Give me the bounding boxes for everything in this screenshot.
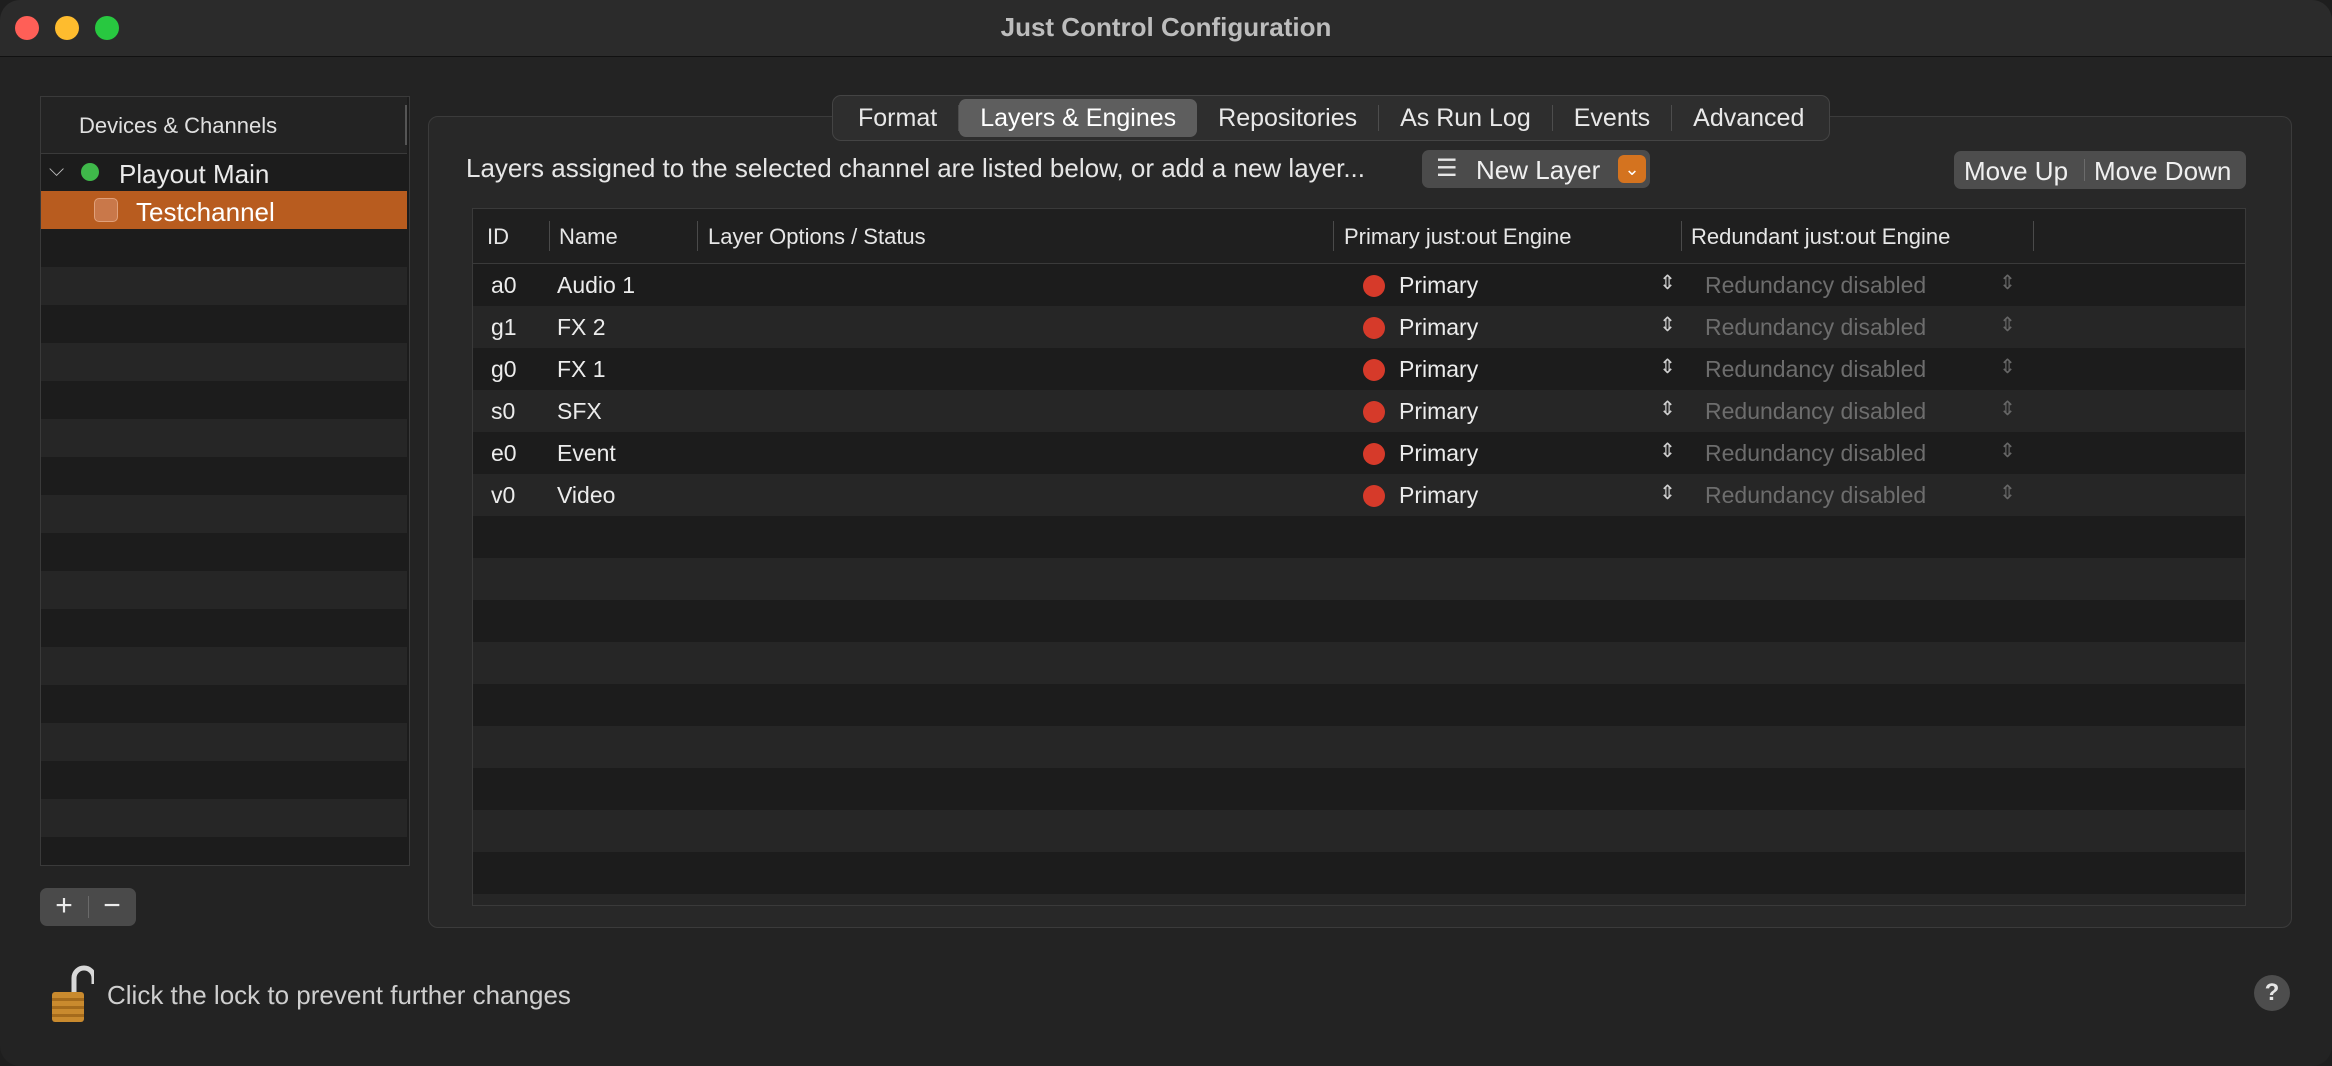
updown-arrows-icon[interactable]: ⇕ — [1659, 438, 1676, 463]
column-divider[interactable] — [549, 221, 550, 251]
table-row[interactable]: s0 SFX Primary ⇕ Redundancy disabled ⇕ — [473, 390, 2245, 432]
lock-hint-text: Click the lock to prevent further change… — [107, 980, 571, 1010]
table-row[interactable]: e0 Event Primary ⇕ Redundancy disabled ⇕ — [473, 432, 2245, 474]
primary-engine-select[interactable]: Primary — [1399, 314, 1478, 341]
list-icon: ☰ — [1436, 155, 1458, 182]
new-layer-button[interactable]: ☰ New Layer ⌄ — [1422, 150, 1650, 188]
primary-engine-status-icon — [1363, 275, 1385, 297]
column-divider[interactable] — [1681, 221, 1682, 251]
updown-arrows-icon: ⇕ — [1999, 440, 2016, 462]
tab-as-run-log[interactable]: As Run Log — [1379, 99, 1552, 137]
table-row[interactable]: g0 FX 1 Primary ⇕ Redundancy disabled ⇕ — [473, 348, 2245, 390]
primary-engine-select[interactable]: Primary — [1399, 398, 1478, 425]
tab-bar: Format Layers & Engines Repositories As … — [832, 95, 1831, 141]
layer-id: g1 — [491, 314, 517, 340]
tab-repositories[interactable]: Repositories — [1197, 99, 1378, 137]
updown-arrows-icon[interactable]: ⇕ — [1659, 354, 1676, 379]
tab-advanced[interactable]: Advanced — [1672, 99, 1825, 137]
primary-engine-status-icon — [1363, 317, 1385, 339]
primary-engine-status-icon — [1363, 485, 1385, 507]
column-resize-handle[interactable] — [405, 105, 407, 145]
chevron-down-icon[interactable]: ⌵ — [49, 159, 64, 182]
layer-name: FX 1 — [557, 356, 606, 382]
table-body: a0 Audio 1 Primary ⇕ Redundancy disabled… — [473, 264, 2245, 905]
sidebar-header-label: Devices & Channels — [79, 113, 278, 138]
unlocked-padlock-icon[interactable] — [50, 964, 94, 1024]
add-remove-control: + − — [40, 888, 136, 926]
column-header-layer-options[interactable]: Layer Options / Status — [708, 224, 926, 250]
tab-events[interactable]: Events — [1553, 99, 1671, 137]
window-title: Just Control Configuration — [1000, 12, 1332, 42]
channel-checkbox[interactable] — [94, 198, 118, 222]
column-divider[interactable] — [1333, 221, 1334, 251]
chevron-down-icon[interactable]: ⌄ — [1618, 155, 1646, 183]
sidebar-item-label: Playout Main — [119, 159, 270, 189]
title-bar: Just Control Configuration — [0, 0, 2332, 57]
table-header: ID Name Layer Options / Status Primary j… — [473, 209, 2245, 264]
sidebar-header[interactable]: Devices & Channels — [41, 97, 407, 154]
column-divider[interactable] — [2033, 221, 2034, 251]
layer-id: v0 — [491, 482, 516, 508]
column-header-redundant-engine[interactable]: Redundant just:out Engine — [1691, 224, 1950, 250]
updown-arrows-icon: ⇕ — [1999, 398, 2016, 420]
table-row[interactable]: a0 Audio 1 Primary ⇕ Redundancy disabled… — [473, 264, 2245, 306]
layer-id: s0 — [491, 398, 516, 424]
updown-arrows-icon[interactable]: ⇕ — [1659, 480, 1676, 505]
add-button[interactable]: + — [40, 888, 88, 926]
updown-arrows-icon[interactable]: ⇕ — [1659, 312, 1676, 337]
sidebar-item-playout-main[interactable]: ⌵ Playout Main — [41, 153, 407, 191]
updown-arrows-icon: ⇕ — [1999, 272, 2016, 294]
updown-arrows-icon: ⇕ — [1999, 482, 2016, 504]
redundant-engine-select: Redundancy disabled — [1705, 314, 1927, 340]
layer-id: e0 — [491, 440, 517, 466]
app-window: Just Control Configuration Devices & Cha… — [0, 0, 2332, 1066]
updown-arrows-icon: ⇕ — [1999, 314, 2016, 336]
layer-id: g0 — [491, 356, 517, 382]
updown-arrows-icon[interactable]: ⇕ — [1659, 396, 1676, 421]
sidebar-item-testchannel[interactable]: Testchannel — [41, 191, 407, 229]
redundant-engine-select: Redundancy disabled — [1705, 440, 1927, 466]
primary-engine-status-icon — [1363, 401, 1385, 423]
primary-engine-select[interactable]: Primary — [1399, 440, 1478, 467]
remove-button[interactable]: − — [88, 888, 136, 926]
move-buttons-group: Move Up Move Down — [1954, 151, 2246, 189]
move-up-button[interactable]: Move Up — [1964, 156, 2068, 187]
status-online-icon — [81, 163, 99, 181]
devices-channels-sidebar: Devices & Channels ⌵ Playout Main Testch… — [40, 96, 410, 866]
column-header-name[interactable]: Name — [559, 224, 618, 250]
primary-engine-select[interactable]: Primary — [1399, 482, 1478, 509]
move-down-button[interactable]: Move Down — [2094, 156, 2231, 187]
table-row[interactable]: g1 FX 2 Primary ⇕ Redundancy disabled ⇕ — [473, 306, 2245, 348]
layer-name: FX 2 — [557, 314, 606, 340]
primary-engine-select[interactable]: Primary — [1399, 272, 1478, 299]
tab-format[interactable]: Format — [837, 99, 958, 137]
tab-layers-engines[interactable]: Layers & Engines — [959, 99, 1198, 137]
instruction-text: Layers assigned to the selected channel … — [466, 153, 1366, 183]
primary-engine-status-icon — [1363, 359, 1385, 381]
table-row[interactable]: v0 Video Primary ⇕ Redundancy disabled ⇕ — [473, 474, 2245, 516]
redundant-engine-select: Redundancy disabled — [1705, 482, 1927, 508]
new-layer-label: New Layer — [1476, 155, 1601, 185]
sidebar-item-label: Testchannel — [136, 197, 275, 227]
help-button[interactable]: ? — [2254, 975, 2290, 1011]
redundant-engine-select: Redundancy disabled — [1705, 272, 1927, 298]
primary-engine-select[interactable]: Primary — [1399, 356, 1478, 383]
primary-engine-status-icon — [1363, 443, 1385, 465]
layer-name: Video — [557, 482, 616, 508]
divider — [2084, 159, 2085, 181]
updown-arrows-icon: ⇕ — [1999, 356, 2016, 378]
sidebar-list-background — [41, 153, 407, 865]
layer-name: SFX — [557, 398, 602, 424]
column-header-id[interactable]: ID — [487, 224, 509, 250]
redundant-engine-select: Redundancy disabled — [1705, 398, 1927, 424]
redundant-engine-select: Redundancy disabled — [1705, 356, 1927, 382]
updown-arrows-icon[interactable]: ⇕ — [1659, 270, 1676, 295]
layer-name: Audio 1 — [557, 272, 636, 298]
layer-name: Event — [557, 440, 616, 466]
column-divider[interactable] — [697, 221, 698, 251]
layer-id: a0 — [491, 272, 517, 298]
column-header-primary-engine[interactable]: Primary just:out Engine — [1344, 224, 1571, 250]
layers-table: ID Name Layer Options / Status Primary j… — [472, 208, 2246, 906]
